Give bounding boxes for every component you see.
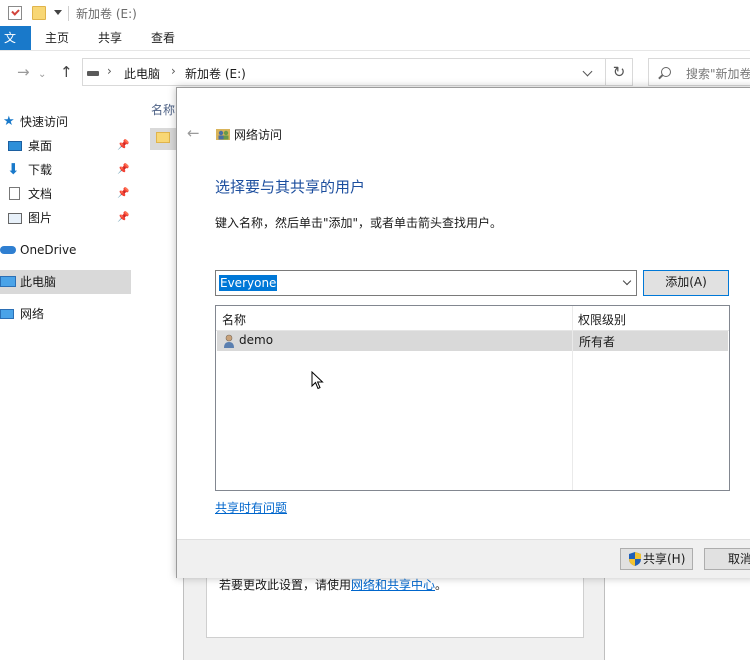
mouse-cursor-icon: [311, 371, 324, 390]
tab-file[interactable]: 文件: [0, 26, 31, 69]
title-divider: [68, 6, 69, 21]
combobox-value[interactable]: Everyone: [219, 275, 278, 291]
add-button[interactable]: 添加(A): [643, 270, 729, 296]
user-name-combobox[interactable]: Everyone: [215, 270, 637, 296]
dialog-footer: 共享(H) 取消: [177, 539, 750, 578]
user-list: 名称 权限级别 demo 所有者: [215, 305, 730, 491]
breadcrumb-volume[interactable]: 新加卷 (E:): [185, 65, 246, 82]
uac-shield-icon: [629, 552, 641, 566]
table-row[interactable]: demo 所有者: [217, 331, 728, 351]
star-icon: ★: [3, 114, 15, 129]
dialog-title: 网络访问: [234, 128, 283, 142]
picture-icon: [8, 213, 22, 224]
folder-icon: [156, 132, 170, 143]
sharing-help-link[interactable]: 共享时有问题: [215, 499, 287, 516]
address-input[interactable]: › 此电脑 › 新加卷 (E:): [82, 58, 606, 86]
forward-arrow-icon[interactable]: →: [17, 64, 30, 80]
list-header: 名称 权限级别: [216, 306, 729, 331]
sidebar-item-documents[interactable]: 文档 📌: [0, 182, 131, 206]
file-row[interactable]: [150, 128, 176, 150]
document-icon: [9, 187, 20, 200]
network-access-dialog: ← 网络访问 选择要与其共享的用户 键入名称，然后单击"添加"，或者单击箭头查找…: [176, 87, 750, 578]
properties-icon[interactable]: [8, 6, 22, 20]
column-header-name[interactable]: 名称: [151, 101, 175, 118]
chevron-down-icon[interactable]: [622, 276, 632, 286]
search-placeholder: 搜索"新加卷: [686, 67, 750, 81]
address-bar-row: → ⌄ ↑ › 此电脑 › 新加卷 (E:) ↻ 搜索"新加卷: [0, 58, 750, 88]
sidebar-item-desktop[interactable]: 桌面 📌: [0, 134, 131, 158]
computer-icon: [0, 276, 16, 287]
column-header-name[interactable]: 名称: [222, 311, 246, 328]
sidebar-item-onedrive[interactable]: OneDrive: [0, 238, 131, 262]
window-title: 新加卷 (E:): [76, 7, 137, 21]
share-button[interactable]: 共享(H): [620, 548, 693, 570]
title-bar: 新加卷 (E:): [0, 0, 750, 26]
permission-level[interactable]: 所有者: [579, 333, 615, 350]
column-header-permission[interactable]: 权限级别: [578, 311, 626, 328]
tab-share[interactable]: 共享: [98, 26, 122, 50]
sidebar-item-quick-access[interactable]: ★ 快速访问: [0, 110, 131, 134]
dialog-instruction: 键入名称，然后单击"添加"，或者单击箭头查找用户。: [215, 216, 503, 230]
pin-icon[interactable]: 📌: [117, 158, 129, 182]
network-sharing-center-link[interactable]: 网络和共享中心: [351, 578, 435, 592]
user-icon: [224, 334, 234, 348]
breadcrumb-separator: ›: [171, 64, 176, 78]
user-name: demo: [239, 333, 274, 347]
refresh-button[interactable]: ↻: [605, 58, 633, 86]
recent-locations-icon[interactable]: ⌄: [38, 67, 46, 83]
dialog-heading: 选择要与其共享的用户: [215, 178, 366, 196]
tab-home[interactable]: 主页: [45, 26, 69, 50]
cancel-button[interactable]: 取消: [704, 548, 750, 570]
breadcrumb-separator: ›: [107, 64, 112, 78]
desktop-icon: [8, 141, 22, 151]
sidebar-item-network[interactable]: 网络: [0, 302, 131, 326]
refresh-icon: ↻: [612, 63, 626, 81]
pin-icon[interactable]: 📌: [117, 182, 129, 206]
back-arrow-icon[interactable]: ←: [187, 124, 200, 142]
breadcrumb-this-pc[interactable]: 此电脑: [124, 65, 160, 82]
cloud-icon: [0, 246, 16, 254]
chevron-down-icon[interactable]: [582, 66, 593, 77]
customize-toolbar-icon[interactable]: [54, 10, 62, 15]
download-icon: ⬇: [7, 160, 20, 178]
search-icon: [661, 67, 671, 77]
drive-icon: [87, 71, 99, 76]
column-divider: [572, 306, 573, 490]
properties-hint: 若要更改此设置，请使用网络和共享中心。: [219, 578, 448, 592]
pin-icon[interactable]: 📌: [117, 134, 129, 158]
ribbon-tabs: 文件 主页 共享 查看: [0, 26, 750, 69]
new-folder-icon[interactable]: [32, 6, 46, 20]
sidebar-item-pictures[interactable]: 图片 📌: [0, 206, 131, 230]
pin-icon[interactable]: 📌: [117, 206, 129, 230]
sidebar-item-downloads[interactable]: ⬇ 下载 📌: [0, 158, 131, 182]
tab-view[interactable]: 查看: [151, 26, 175, 50]
network-icon: [0, 309, 14, 319]
sidebar-item-this-pc[interactable]: 此电脑: [0, 270, 131, 294]
search-input[interactable]: 搜索"新加卷: [648, 58, 750, 86]
up-arrow-icon[interactable]: ↑: [60, 64, 73, 80]
network-users-icon: [216, 129, 230, 140]
